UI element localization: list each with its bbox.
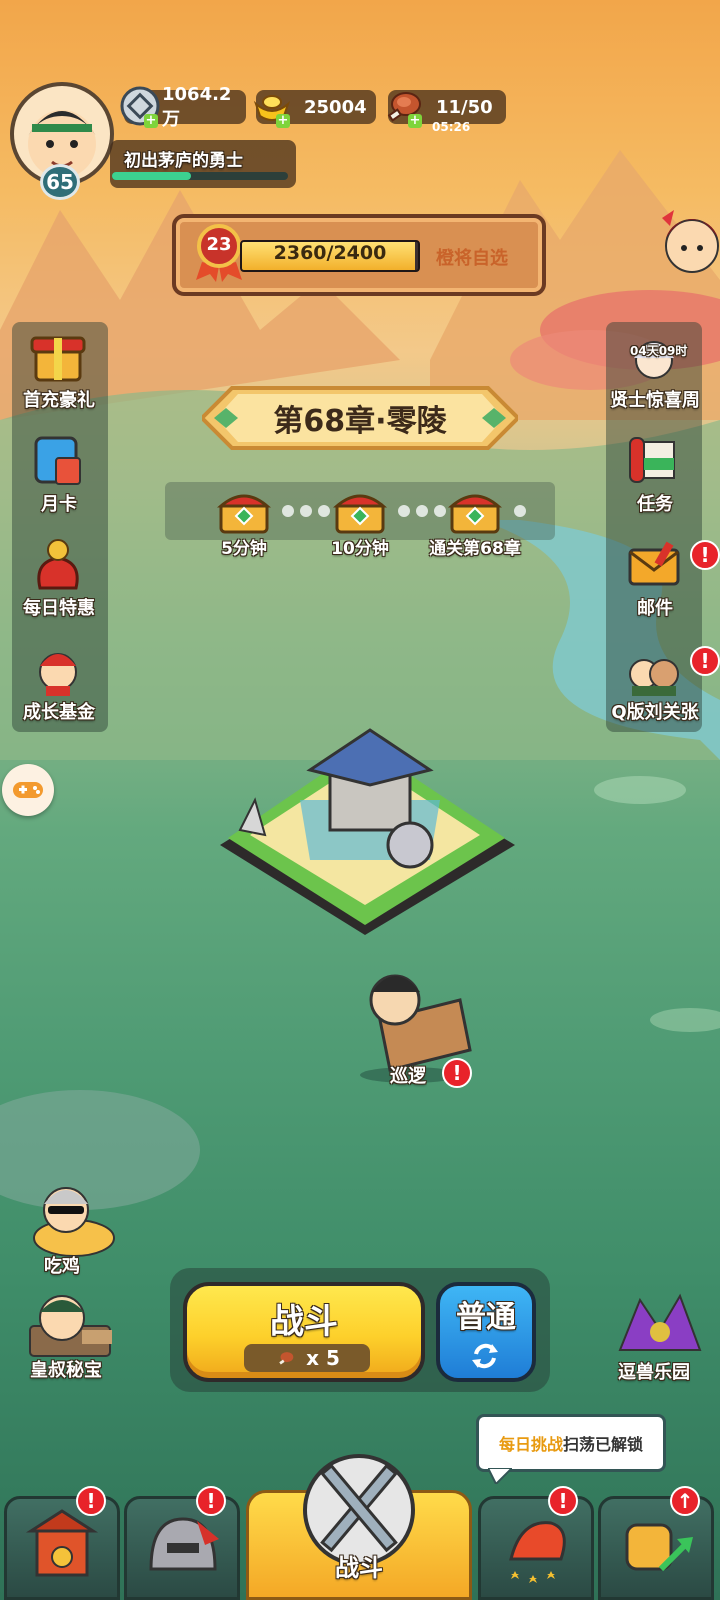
tooltip-highlight: 每日挑战 <box>498 1435 563 1454</box>
nav-upgrade-arrow-badge: ↑ <box>670 1486 700 1516</box>
nav-formation-alert: ! <box>548 1486 578 1516</box>
gold-resource[interactable]: + 25004 <box>253 90 376 128</box>
progress-dot <box>398 505 410 517</box>
left-menu-label[interactable]: 成长基金 <box>4 698 114 724</box>
rooster-stars-icon <box>509 1521 566 1583</box>
player-exp-fill <box>112 172 192 180</box>
beast-park-label[interactable]: 逗兽乐园 <box>618 1358 690 1384</box>
event-timer: 04天09时 <box>630 344 688 358</box>
tooltip-pointer <box>488 1468 512 1484</box>
meat-leg-icon <box>279 1352 294 1365</box>
stamina-timer: 05:26 <box>432 120 471 134</box>
fight-cost: x 5 <box>244 1344 370 1372</box>
money-bag-icon <box>37 539 79 590</box>
right-menu-label[interactable]: 贤士惊喜周 <box>600 386 710 412</box>
chapter-reward-label: 通关第68章 <box>429 539 521 559</box>
month-card-icon <box>34 436 81 485</box>
progress-dot <box>434 505 446 517</box>
chapter-reward-chest[interactable] <box>446 484 504 536</box>
right-menu-label[interactable]: Q版刘关张 <box>600 698 710 724</box>
chicken-hero-label[interactable]: 吃鸡 <box>44 1252 80 1278</box>
treasure-chest-icon <box>332 494 388 534</box>
q-heroes-icon <box>629 659 679 696</box>
gift-chest-icon <box>30 336 86 382</box>
scroll-icon <box>629 437 675 483</box>
battle-mode-label: 普通 <box>456 1300 516 1335</box>
left-menu-fortune-god-button[interactable] <box>26 636 90 700</box>
left-menu-gift-chest-button[interactable] <box>26 324 90 388</box>
event-girl-icon[interactable] <box>652 196 720 292</box>
patrol-alert-badge: ! <box>442 1058 472 1088</box>
chapter-reward-chest[interactable] <box>215 484 273 536</box>
sweep-unlock-tooltip: 每日挑战 扫荡已解锁 <box>476 1414 666 1472</box>
silver-resource[interactable]: + 1064.2万 <box>120 84 246 130</box>
chapter-reward-chest[interactable] <box>331 484 389 536</box>
chicken-hero-icon[interactable] <box>22 1180 118 1260</box>
right-menu-alert-badge: ! <box>690 540 720 570</box>
uncle-treasure-label[interactable]: 皇叔秘宝 <box>30 1356 102 1382</box>
fight-cost-text: x 5 <box>306 1346 340 1370</box>
add-stamina-icon[interactable]: + <box>408 114 422 128</box>
central-island <box>220 728 515 935</box>
left-menu-label[interactable]: 月卡 <box>4 490 114 516</box>
chapter-title: 第68章·零陵 <box>273 404 447 439</box>
fortune-god-icon <box>39 653 77 696</box>
progress-dot <box>300 505 312 517</box>
nav-tab-city[interactable] <box>4 1496 120 1600</box>
add-silver-icon[interactable]: + <box>144 114 158 128</box>
treasure-chest-icon <box>447 494 503 534</box>
gold-amount: 25004 <box>304 96 367 118</box>
tooltip-rest: 扫荡已解锁 <box>563 1435 644 1454</box>
fight-button-label: 战斗 <box>270 1302 338 1342</box>
mail-icon <box>628 541 680 586</box>
right-menu-label[interactable]: 邮件 <box>600 594 710 620</box>
stamina-resource[interactable]: + 11/50 <box>387 90 506 128</box>
left-menu-money-bag-button[interactable] <box>26 532 90 596</box>
refresh-icon <box>472 1343 498 1369</box>
progress-dot <box>416 505 428 517</box>
nav-city-alert: ! <box>76 1486 106 1516</box>
treasure-chest-icon <box>216 494 272 534</box>
nav-tab-formation[interactable] <box>478 1496 594 1600</box>
stamina-amount: 11/50 <box>436 96 493 118</box>
right-menu-q-heroes-button[interactable] <box>622 636 686 700</box>
progress-dot <box>318 505 330 517</box>
helmet-icon <box>149 1517 219 1571</box>
task-level: 23 <box>206 234 232 255</box>
player-level-value: 65 <box>46 170 74 194</box>
nav-generals-alert: ! <box>196 1486 226 1516</box>
right-menu-label[interactable]: 任务 <box>600 490 710 516</box>
beast-park-icon[interactable] <box>610 1290 710 1356</box>
progress-dot <box>282 505 294 517</box>
left-menu-label[interactable]: 每日特惠 <box>4 594 114 620</box>
orange-general-select-link[interactable]: 橙将自选 <box>436 244 508 270</box>
crossed-swords-icon <box>303 1454 415 1564</box>
uncle-treasure-icon[interactable] <box>22 1290 122 1360</box>
task-progress-text: 2360/2400 <box>273 242 387 264</box>
gamepad-float-button[interactable] <box>2 764 54 816</box>
silver-amount: 1064.2万 <box>162 83 232 130</box>
right-menu-scroll-button[interactable] <box>622 428 686 492</box>
right-menu-mail-button[interactable] <box>622 532 686 596</box>
nav-tab-upgrade[interactable] <box>598 1496 714 1600</box>
gamepad-icon <box>13 782 43 798</box>
patrol-label[interactable]: 巡逻 <box>390 1062 426 1088</box>
player-level-badge: 65 <box>40 164 80 200</box>
left-menu-month-card-button[interactable] <box>26 428 90 492</box>
add-gold-icon[interactable]: + <box>276 114 290 128</box>
progress-dot <box>514 505 526 517</box>
fist-upgrade-icon <box>625 1523 693 1572</box>
city-gate-icon <box>25 1509 99 1577</box>
left-menu-label[interactable]: 首充豪礼 <box>4 386 114 412</box>
player-title-text: 初出茅庐的勇士 <box>124 151 243 171</box>
game-scene: 65 初出茅庐的勇士 + 1064.2万 + 25004 + 11/50 05:… <box>0 0 720 1600</box>
right-menu-alert-badge: ! <box>690 646 720 676</box>
nav-tab-generals[interactable] <box>124 1496 240 1600</box>
nav-battle-label: 战斗 <box>335 1554 383 1582</box>
